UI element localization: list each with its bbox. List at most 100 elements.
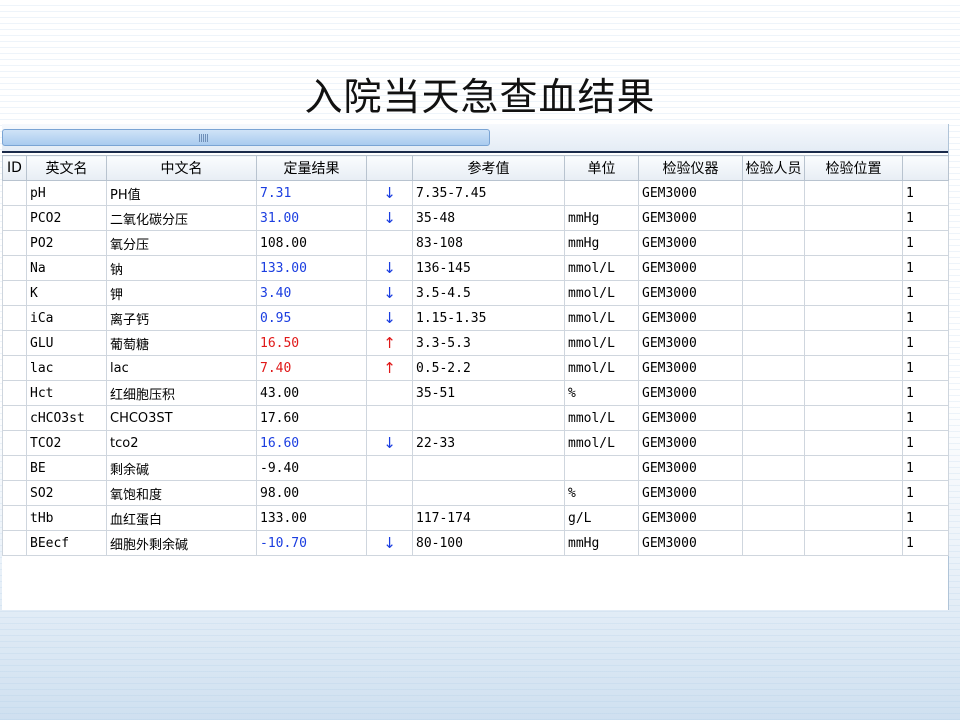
table-row[interactable]: tHb 血红蛋白 133.00 117-174 g/L GEM3000 1 — [2, 505, 949, 531]
cell-staff — [742, 255, 805, 281]
cell-location — [804, 430, 903, 456]
arrow-down-icon: ↓ — [366, 530, 413, 556]
cell-chinese-name: 氧分压 — [106, 230, 257, 256]
cell-id — [2, 180, 27, 206]
cell-instrument: GEM3000 — [638, 530, 743, 556]
table-row[interactable]: K 钾 3.40 ↓ 3.5-4.5 mmol/L GEM3000 1 — [2, 280, 949, 306]
cell-english-name: K — [26, 280, 107, 306]
cell-english-name: SO2 — [26, 480, 107, 506]
cell-unit: mmol/L — [564, 255, 639, 281]
cell-staff — [742, 355, 805, 381]
cell-reference: 136-145 — [412, 255, 565, 281]
cell-extra: 1 — [902, 530, 949, 556]
toolbar-divider — [2, 151, 948, 153]
cell-location — [804, 330, 903, 356]
cell-staff — [742, 205, 805, 231]
col-header-result[interactable]: 定量结果 — [256, 155, 367, 181]
cell-id — [2, 405, 27, 431]
arrow-down-icon: ↓ — [366, 255, 413, 281]
arrow-down-icon: ↓ — [366, 305, 413, 331]
cell-english-name: GLU — [26, 330, 107, 356]
cell-chinese-name: 红细胞压积 — [106, 380, 257, 406]
cell-chinese-name: 离子钙 — [106, 305, 257, 331]
cell-id — [2, 530, 27, 556]
table-row[interactable]: SO2 氧饱和度 98.00% GEM3000 1 — [2, 480, 949, 506]
cell-instrument: GEM3000 — [638, 330, 743, 356]
cell-chinese-name: 血红蛋白 — [106, 505, 257, 531]
col-header-staff[interactable]: 检验人员 — [742, 155, 805, 181]
cell-instrument: GEM3000 — [638, 380, 743, 406]
cell-reference: 22-33 — [412, 430, 565, 456]
col-header-reference[interactable]: 参考值 — [412, 155, 565, 181]
cell-extra: 1 — [902, 430, 949, 456]
cell-unit: mmol/L — [564, 305, 639, 331]
cell-result: 7.40 — [256, 355, 367, 381]
cell-chinese-name: tco2 — [106, 430, 257, 456]
col-header-english-name[interactable]: 英文名 — [26, 155, 107, 181]
table-row[interactable]: TCO2 tco2 16.60 ↓ 22-33 mmol/L GEM3000 1 — [2, 430, 949, 456]
cell-flag — [366, 230, 413, 256]
col-header-chinese-name[interactable]: 中文名 — [106, 155, 257, 181]
cell-english-name: BE — [26, 455, 107, 481]
cell-result: 17.60 — [256, 405, 367, 431]
cell-location — [804, 280, 903, 306]
cell-id — [2, 355, 27, 381]
col-header-id[interactable]: ID — [2, 155, 27, 181]
cell-staff — [742, 330, 805, 356]
table-row[interactable]: pH PH值 7.31 ↓ 7.35-7.45 GEM3000 1 — [2, 180, 949, 206]
table-row[interactable]: cHCO3st CHCO3ST 17.60 mmol/L GEM3000 1 — [2, 405, 949, 431]
cell-staff — [742, 505, 805, 531]
table-row[interactable]: BE 剩余碱 -9.40 GEM3000 1 — [2, 455, 949, 481]
cell-instrument: GEM3000 — [638, 505, 743, 531]
cell-reference: 7.35-7.45 — [412, 180, 565, 206]
col-header-instrument[interactable]: 检验仪器 — [638, 155, 743, 181]
cell-id — [2, 305, 27, 331]
horizontal-scrollbar[interactable] — [2, 129, 490, 146]
cell-instrument: GEM3000 — [638, 355, 743, 381]
cell-instrument: GEM3000 — [638, 455, 743, 481]
table-header-row: ID 英文名 中文名 定量结果 参考值 单位 检验仪器 检验人员 检验位置 — [2, 155, 949, 181]
cell-instrument: GEM3000 — [638, 255, 743, 281]
scrollbar-grip-icon[interactable] — [199, 134, 209, 142]
arrow-down-icon: ↓ — [366, 430, 413, 456]
cell-extra: 1 — [902, 355, 949, 381]
cell-chinese-name: 氧饱和度 — [106, 480, 257, 506]
cell-staff — [742, 530, 805, 556]
cell-flag — [366, 380, 413, 406]
table-row[interactable]: GLU 葡萄糖 16.50 ↑ 3.3-5.3 mmol/L GEM3000 1 — [2, 330, 949, 356]
table-row[interactable]: PO2 氧分压 108.00 83-108 mmHg GEM3000 1 — [2, 230, 949, 256]
cell-english-name: TCO2 — [26, 430, 107, 456]
cell-english-name: Hct — [26, 380, 107, 406]
cell-staff — [742, 455, 805, 481]
cell-instrument: GEM3000 — [638, 480, 743, 506]
table-row[interactable]: iCa 离子钙 0.95 ↓ 1.15-1.35 mmol/L GEM3000 1 — [2, 305, 949, 331]
cell-flag — [366, 455, 413, 481]
cell-unit: mmHg — [564, 530, 639, 556]
table-row[interactable]: lac lac 7.40 ↑ 0.5-2.2 mmol/L GEM3000 1 — [2, 355, 949, 381]
cell-result: 16.50 — [256, 330, 367, 356]
cell-result: 108.00 — [256, 230, 367, 256]
col-header-unit[interactable]: 单位 — [564, 155, 639, 181]
cell-unit: % — [564, 380, 639, 406]
col-header-location[interactable]: 检验位置 — [804, 155, 903, 181]
cell-unit: mmol/L — [564, 430, 639, 456]
cell-extra: 1 — [902, 480, 949, 506]
cell-instrument: GEM3000 — [638, 305, 743, 331]
cell-location — [804, 480, 903, 506]
cell-english-name: pH — [26, 180, 107, 206]
cell-extra: 1 — [902, 505, 949, 531]
cell-id — [2, 280, 27, 306]
cell-location — [804, 205, 903, 231]
table-row[interactable]: PCO2 二氧化碳分压 31.00 ↓ 35-48 mmHg GEM3000 1 — [2, 205, 949, 231]
table-row[interactable]: BEecf 细胞外剩余碱 -10.70 ↓ 80-100 mmHg GEM3000 1 — [2, 530, 949, 556]
cell-result: -9.40 — [256, 455, 367, 481]
cell-english-name: PCO2 — [26, 205, 107, 231]
col-header-extra[interactable] — [902, 155, 949, 181]
table-row[interactable]: Na 钠 133.00 ↓ 136-145 mmol/L GEM3000 1 — [2, 255, 949, 281]
cell-extra: 1 — [902, 405, 949, 431]
cell-chinese-name: 剩余碱 — [106, 455, 257, 481]
cell-extra: 1 — [902, 255, 949, 281]
table-row[interactable]: Hct 红细胞压积 43.00 35-51% GEM3000 1 — [2, 380, 949, 406]
col-header-flag[interactable] — [366, 155, 413, 181]
cell-instrument: GEM3000 — [638, 430, 743, 456]
